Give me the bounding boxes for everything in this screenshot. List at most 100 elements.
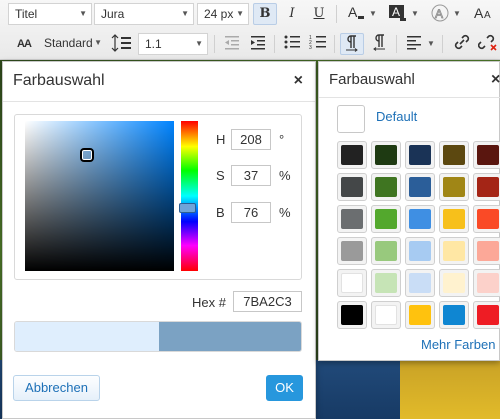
color-swatch[interactable] [337, 141, 367, 169]
indent-button[interactable] [246, 33, 270, 55]
font-family-select[interactable]: Jura ▼ [94, 3, 194, 25]
color-swatch[interactable] [473, 301, 500, 329]
color-swatch[interactable] [439, 237, 469, 265]
hue-unit: ° [279, 132, 285, 147]
ok-button[interactable]: OK [266, 375, 303, 401]
close-icon[interactable]: × [491, 71, 500, 89]
brightness-unit: % [279, 205, 291, 220]
color-swatch[interactable] [439, 301, 469, 329]
font-size-icon: A A [474, 5, 491, 21]
hue-slider[interactable] [179, 121, 198, 271]
color-swatch[interactable] [371, 173, 401, 201]
text-effect-button[interactable]: A [428, 3, 452, 25]
color-swatch-chip [341, 209, 363, 229]
insert-link-button[interactable] [450, 33, 474, 55]
color-swatch-chip [341, 273, 363, 293]
color-swatch-chip [375, 209, 397, 229]
color-swatch[interactable] [473, 173, 500, 201]
underline-button[interactable]: U [307, 3, 331, 25]
color-swatch[interactable] [337, 237, 367, 265]
color-swatch[interactable] [371, 237, 401, 265]
swatch-panel-title: Farbauswahl [329, 71, 415, 88]
color-swatch[interactable] [405, 173, 435, 201]
hex-input[interactable]: 7BA2C3 [233, 291, 302, 312]
color-swatch[interactable] [371, 141, 401, 169]
dialog-title: Farbauswahl [13, 72, 105, 89]
color-swatch[interactable] [337, 301, 367, 329]
numbered-list-button[interactable]: 1 2 3 [306, 33, 330, 55]
color-swatch-chip [341, 177, 363, 197]
color-swatch[interactable] [337, 269, 367, 297]
text-color-button[interactable]: A [344, 3, 368, 25]
default-color-swatch[interactable] [337, 105, 365, 133]
italic-button[interactable]: I [280, 3, 304, 25]
default-color-link[interactable]: Default [376, 109, 417, 124]
close-icon[interactable]: × [294, 72, 303, 90]
text-style-button[interactable]: AA [12, 33, 36, 55]
background-color-button[interactable]: A [386, 3, 410, 25]
hex-label: Hex # [192, 295, 226, 310]
color-swatch[interactable] [473, 237, 500, 265]
color-swatch[interactable] [439, 141, 469, 169]
color-swatch[interactable] [473, 269, 500, 297]
color-swatch-chip [409, 209, 431, 229]
line-height-value-select[interactable]: 1.1 ▼ [138, 33, 208, 55]
color-swatch-chip [375, 273, 397, 293]
chevron-down-icon[interactable]: ▼ [426, 33, 436, 55]
font-size-select[interactable]: 24 px ▼ [197, 3, 249, 25]
outdent-button[interactable] [220, 33, 244, 55]
link-icon [454, 34, 470, 50]
color-swatch[interactable] [439, 205, 469, 233]
saturation-brightness-handle[interactable] [80, 148, 94, 162]
chevron-down-icon[interactable]: ▼ [368, 3, 378, 25]
svg-text:A: A [348, 4, 358, 20]
color-swatch[interactable] [337, 205, 367, 233]
paragraph-format-select[interactable]: Titel ▼ [8, 3, 92, 25]
ltr-direction-button[interactable] [340, 33, 364, 55]
line-height-button[interactable] [110, 33, 134, 55]
color-swatch-chip [443, 305, 465, 325]
bullet-list-button[interactable] [280, 33, 304, 55]
color-swatch[interactable] [473, 205, 500, 233]
color-swatch[interactable] [371, 301, 401, 329]
chevron-down-icon[interactable]: ▼ [410, 3, 420, 25]
saturation-brightness-field[interactable] [25, 121, 174, 271]
color-swatch-chip [375, 177, 397, 197]
saturation-input[interactable]: 37 [231, 165, 271, 186]
color-swatch[interactable] [439, 269, 469, 297]
font-size-up-button[interactable]: A A [472, 3, 496, 25]
color-swatch[interactable] [405, 205, 435, 233]
bold-button[interactable]: B [253, 3, 277, 25]
hue-slider-handle[interactable] [179, 202, 196, 213]
paragraph-rtl-icon [373, 34, 385, 51]
color-swatch[interactable] [371, 269, 401, 297]
color-swatch-chip [341, 241, 363, 261]
color-swatch-chip [477, 305, 499, 325]
color-swatch[interactable] [473, 141, 500, 169]
color-swatch[interactable] [371, 205, 401, 233]
color-swatch-chip [409, 241, 431, 261]
more-colors-link[interactable]: Mehr Farben [421, 337, 495, 352]
color-swatch[interactable] [405, 141, 435, 169]
color-swatch-chip [443, 273, 465, 293]
svg-text:A: A [392, 5, 400, 19]
remove-link-button[interactable] [476, 33, 500, 55]
color-swatch[interactable] [405, 301, 435, 329]
saturation-label: S [216, 168, 225, 183]
color-swatch[interactable] [337, 173, 367, 201]
color-swatch[interactable] [405, 269, 435, 297]
line-height-icon [111, 34, 131, 52]
align-button[interactable] [402, 33, 426, 55]
rtl-direction-button[interactable] [368, 33, 392, 55]
cancel-button[interactable]: Abbrechen [13, 375, 100, 401]
color-swatch[interactable] [439, 173, 469, 201]
text-style-label: AA [17, 38, 32, 50]
line-height-mode-select[interactable]: Standard ▼ [38, 33, 106, 55]
chevron-down-icon[interactable]: ▼ [452, 3, 462, 25]
line-height-value: 1.1 [145, 37, 162, 51]
brightness-input[interactable]: 76 [231, 202, 271, 223]
color-swatch-chip [341, 145, 363, 165]
color-swatch[interactable] [405, 237, 435, 265]
hue-input[interactable]: 208 [231, 129, 271, 150]
chevron-down-icon: ▼ [195, 39, 203, 48]
